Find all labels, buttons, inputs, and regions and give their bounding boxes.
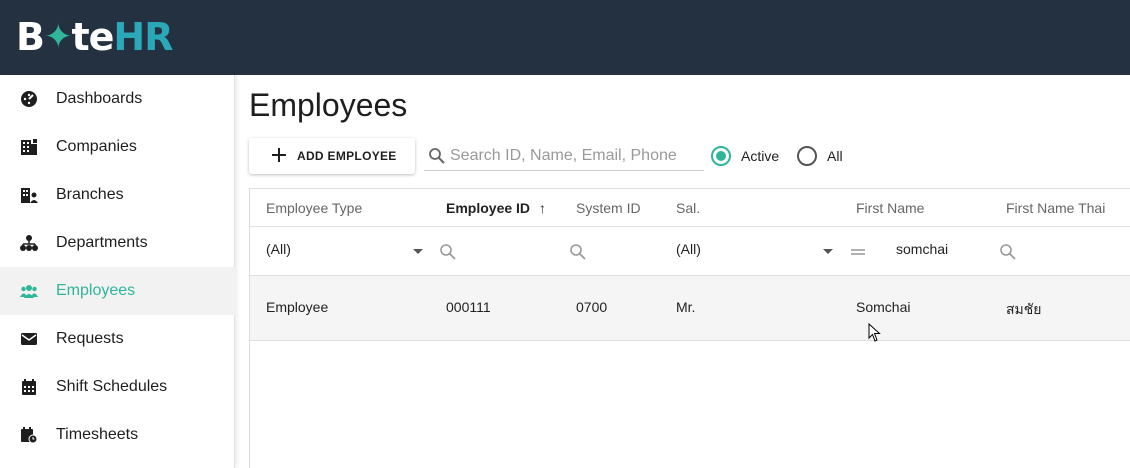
add-employee-button[interactable]: ADD EMPLOYEE: [249, 138, 415, 174]
status-radio-active[interactable]: Active: [711, 145, 779, 167]
sidebar-item-dashboards[interactable]: Dashboards: [0, 75, 235, 123]
mouse-cursor-icon: [868, 322, 882, 343]
radio-label: Active: [741, 148, 780, 164]
column-header-label: Employee ID: [446, 200, 531, 216]
sidebar-item-branches[interactable]: Branches: [0, 171, 235, 219]
radio-label: All: [827, 148, 843, 164]
salutation-filter-select[interactable]: (All): [676, 241, 701, 257]
app-header: B ✦ te HR: [0, 0, 1130, 75]
calendar-clock-icon: [20, 426, 38, 444]
search-input[interactable]: [450, 143, 700, 169]
sidebar-item-label: Companies: [56, 138, 137, 155]
radio-unchecked-icon: [797, 146, 817, 166]
page-title: Employees: [249, 87, 408, 123]
sidebar-item-label: Requests: [56, 330, 124, 347]
mail-inbox-icon: [20, 330, 38, 348]
cell-salutation: Mr.: [676, 299, 696, 315]
dashboard-gauge-icon: [20, 90, 38, 108]
cell-system-id: 0700: [576, 299, 608, 315]
sort-ascending-icon: ↑: [538, 200, 546, 216]
plus-icon: [271, 147, 287, 163]
cell-first-name: Somchai: [856, 299, 911, 315]
column-header-employee-id[interactable]: Employee ID ↑: [446, 200, 546, 216]
sidebar-item-employees[interactable]: Employees: [0, 267, 235, 315]
main-content: Employees ADD EMPLOYEE Active All Employ…: [236, 75, 1130, 468]
column-header-salutation[interactable]: Sal.: [676, 200, 700, 216]
grid-filter-row: (All) (All) somchai: [250, 227, 1130, 276]
cell-employee-id: 000111: [446, 299, 491, 315]
employee-type-filter-select[interactable]: (All): [266, 241, 291, 257]
sidebar-item-companies[interactable]: Companies: [0, 123, 235, 171]
search-icon[interactable]: [569, 243, 587, 261]
bytehr-logo[interactable]: B ✦ te HR: [16, 14, 173, 60]
chevron-down-icon[interactable]: [823, 249, 833, 254]
column-header-employee-type[interactable]: Employee Type: [266, 200, 362, 216]
cell-employee-type: Employee: [266, 299, 329, 315]
sidebar-item-label: Branches: [56, 186, 124, 203]
sidebar-item-label: Timesheets: [56, 426, 139, 443]
column-header-first-name-thai[interactable]: First Name Thai: [1006, 200, 1105, 216]
grid-header-row: Employee Type Employee ID ↑ System ID Sa…: [250, 189, 1130, 227]
search-icon: [428, 147, 446, 165]
equals-icon[interactable]: [849, 243, 867, 261]
radio-checked-icon: [711, 146, 731, 166]
sidebar-nav: Dashboards Companies Branches Department…: [0, 75, 235, 468]
building-icon: [20, 138, 38, 156]
chevron-down-icon[interactable]: [413, 249, 423, 254]
table-row[interactable]: Employee 000111 0700 Mr. Somchai สมชัย: [250, 276, 1130, 341]
sidebar-item-timesheets[interactable]: Timesheets: [0, 411, 235, 459]
sidebar-item-departments[interactable]: Departments: [0, 219, 235, 267]
employees-grid: Employee Type Employee ID ↑ System ID Sa…: [249, 188, 1130, 468]
column-header-system-id[interactable]: System ID: [576, 200, 641, 216]
calendar-icon: [20, 378, 38, 396]
branch-building-person-icon: [20, 186, 38, 204]
first-name-filter-input[interactable]: somchai: [896, 241, 948, 257]
sidebar-item-label: Dashboards: [56, 90, 143, 107]
sidebar-item-label: Departments: [56, 234, 148, 251]
status-radio-all[interactable]: All: [797, 145, 843, 167]
sidebar-item-requests[interactable]: Requests: [0, 315, 235, 363]
sidebar-item-shift-schedules[interactable]: Shift Schedules: [0, 363, 235, 411]
search-icon[interactable]: [999, 243, 1017, 261]
sidebar-item-label: Employees: [56, 282, 136, 299]
add-employee-label: ADD EMPLOYEE: [297, 149, 397, 163]
search-field: [424, 141, 704, 171]
column-header-first-name[interactable]: First Name: [856, 200, 924, 216]
search-icon[interactable]: [439, 243, 457, 261]
org-chart-icon: [20, 234, 38, 252]
sidebar-item-label: Shift Schedules: [56, 378, 168, 395]
users-group-icon: [20, 282, 38, 300]
cell-first-name-thai: สมชัย: [1006, 301, 1042, 317]
